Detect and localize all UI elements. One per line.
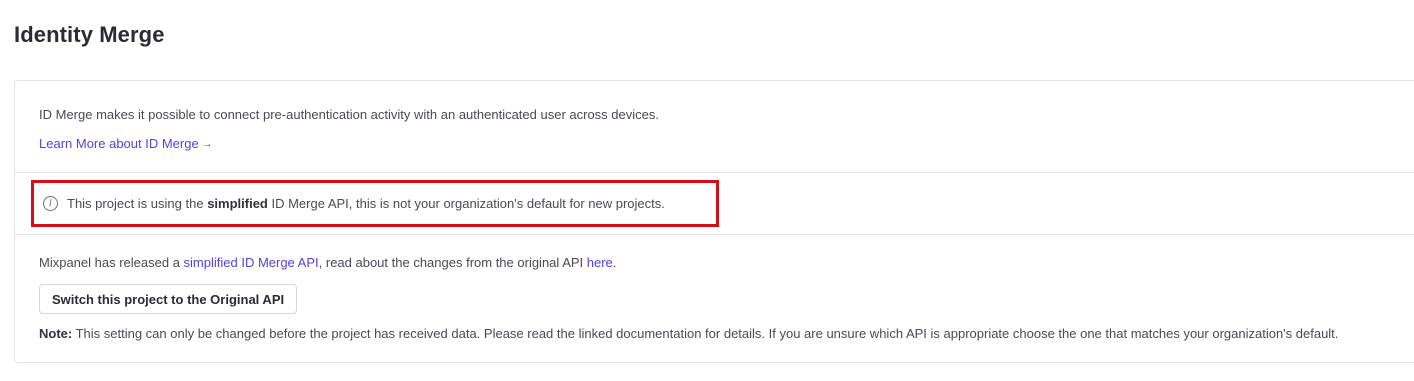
api-status-text: This project is using the simplified ID … bbox=[67, 196, 665, 211]
id-merge-card: ID Merge makes it possible to connect pr… bbox=[14, 80, 1414, 363]
api-text-end: . bbox=[612, 255, 617, 270]
learn-more-label: Learn More about ID Merge bbox=[39, 136, 199, 151]
arrow-right-icon: → bbox=[201, 138, 213, 150]
learn-more-link[interactable]: Learn More about ID Merge → bbox=[39, 136, 213, 151]
page-title: Identity Merge bbox=[14, 22, 165, 47]
note-label: Note: bbox=[39, 326, 73, 341]
callout-text-after: ID Merge API, this is not your organizat… bbox=[267, 196, 665, 211]
here-link[interactable]: here bbox=[587, 255, 613, 270]
callout-text-bold: simplified bbox=[207, 196, 268, 211]
api-switch-section: Mixpanel has released a simplified ID Me… bbox=[15, 235, 1414, 363]
api-text-before: Mixpanel has released a bbox=[39, 255, 184, 270]
switch-to-original-api-button[interactable]: Switch this project to the Original API bbox=[39, 284, 298, 314]
callout-text-before: This project is using the bbox=[67, 196, 208, 211]
intro-section: ID Merge makes it possible to connect pr… bbox=[15, 81, 1414, 173]
api-status-callout: i This project is using the simplified I… bbox=[31, 180, 719, 227]
api-release-text: Mixpanel has released a simplified ID Me… bbox=[39, 255, 616, 270]
api-text-middle: , read about the changes from the origin… bbox=[318, 255, 587, 270]
note-text: Note: This setting can only be changed b… bbox=[39, 326, 1338, 341]
api-status-section: i This project is using the simplified I… bbox=[15, 173, 1414, 235]
simplified-api-link[interactable]: simplified ID Merge API bbox=[184, 255, 319, 270]
intro-description: ID Merge makes it possible to connect pr… bbox=[39, 107, 659, 122]
note-body: This setting can only be changed before … bbox=[72, 326, 1339, 341]
info-icon: i bbox=[43, 196, 58, 211]
identity-merge-page: Identity Merge ID Merge makes it possibl… bbox=[0, 0, 1414, 381]
